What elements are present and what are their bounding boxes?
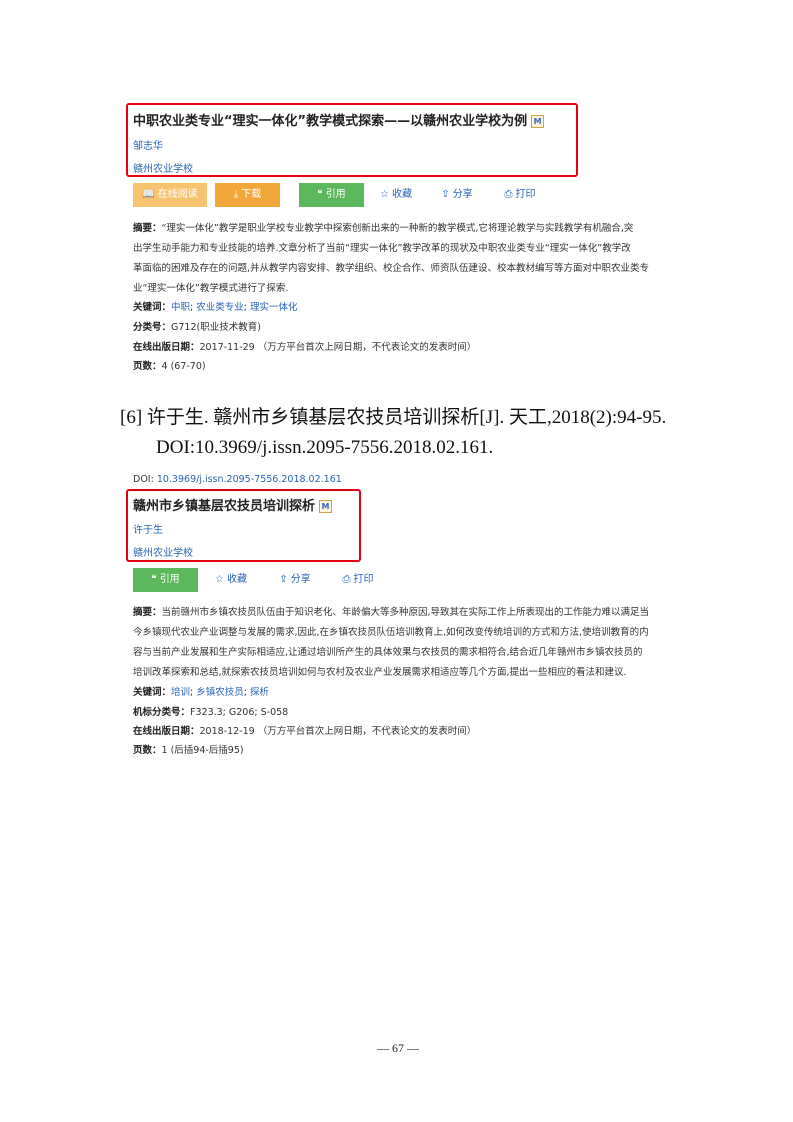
share-icon: ⇪ (279, 574, 288, 585)
online-date-2: 在线出版日期：2018-12-19 （万方平台首次上网日期，不代表论文的发表时间… (133, 726, 477, 737)
class-number-2: 机标分类号：F323.3; G206; S-058 (133, 707, 289, 718)
doi-link[interactable]: 10.3969/j.issn.2095-7556.2018.02.161 (157, 474, 342, 485)
share-button-1[interactable]: ⇪ 分享 (432, 183, 482, 207)
collect-button-1[interactable]: ☆ 收藏 (371, 183, 421, 207)
abstract-1: 摘要：“理实一体化”教学是职业学校专业教学中探索创新出来的一种新的教学模式,它将… (133, 223, 650, 294)
paper-title-2[interactable]: 赣州市乡镇基层农技员培训探析 M (133, 495, 333, 514)
quote-icon: ❝ (151, 574, 157, 585)
keyword-link[interactable]: 探析 (250, 687, 269, 698)
keywords-2: 关键词：培训; 乡镇农技员; 探析 (133, 687, 270, 698)
pages-2: 页数：1 (后插94-后插95) (133, 745, 244, 756)
share-button-2[interactable]: ⇪ 分享 (270, 568, 320, 592)
reference-line-2: DOI:10.3969/j.issn.2095-7556.2018.02.161… (156, 437, 494, 458)
keyword-link[interactable]: 中职 (171, 302, 190, 313)
abstract-2: 摘要：当前赣州市乡镇农技员队伍由于知识老化、年龄偏大等多种原因,导致其在实际工作… (133, 607, 650, 678)
doi-line: DOI: 10.3969/j.issn.2095-7556.2018.02.16… (133, 474, 342, 485)
reference-line-1: [6] 许于生. 赣州市乡镇基层农技员培训探析[J]. 天工,2018(2):9… (120, 407, 667, 428)
download-button[interactable]: ⤓ 下载 (215, 183, 280, 207)
keyword-link[interactable]: 培训 (171, 687, 190, 698)
keyword-link[interactable]: 农业类专业 (196, 302, 244, 313)
print-button-1[interactable]: ⎙ 打印 (495, 183, 545, 207)
star-icon: ☆ (215, 574, 224, 585)
book-icon: 📖 (142, 189, 155, 200)
cite-button-2[interactable]: ❝ 引用 (133, 568, 198, 592)
read-online-button[interactable]: 📖 在线阅读 (133, 183, 207, 207)
page-number: — 67 — (377, 1041, 419, 1055)
online-date-1: 在线出版日期：2017-11-29 （万方平台首次上网日期，不代表论文的发表时间… (133, 342, 477, 353)
keywords-1: 关键词：中职; 农业类专业; 理实一体化 (133, 302, 298, 313)
paper-title-1[interactable]: 中职农业类专业“理实一体化”教学模式探索——以赣州农业学校为例 M (133, 110, 545, 129)
star-icon: ☆ (380, 189, 389, 200)
share-icon: ⇪ (441, 189, 450, 200)
pages-1: 页数：4 (67-70) (133, 361, 206, 372)
journal-badge-icon: M (531, 115, 545, 128)
print-button-2[interactable]: ⎙ 打印 (333, 568, 383, 592)
cite-button-1[interactable]: ❝ 引用 (299, 183, 364, 207)
collect-button-2[interactable]: ☆ 收藏 (206, 568, 256, 592)
printer-icon: ⎙ (342, 574, 351, 585)
class-number-1: 分类号：G712(职业技术教育) (133, 322, 261, 333)
quote-icon: ❝ (317, 189, 323, 200)
journal-badge-icon: M (319, 500, 333, 513)
keyword-link[interactable]: 理实一体化 (250, 302, 298, 313)
printer-icon: ⎙ (504, 189, 513, 200)
author-link-1[interactable]: 邹志华 (133, 137, 163, 152)
keyword-link[interactable]: 乡镇农技员 (196, 687, 244, 698)
author-link-2[interactable]: 许于生 (133, 521, 163, 536)
institution-link-1[interactable]: 赣州农业学校 (133, 160, 193, 175)
institution-link-2[interactable]: 赣州农业学校 (133, 544, 193, 559)
download-icon: ⤓ (233, 189, 239, 200)
